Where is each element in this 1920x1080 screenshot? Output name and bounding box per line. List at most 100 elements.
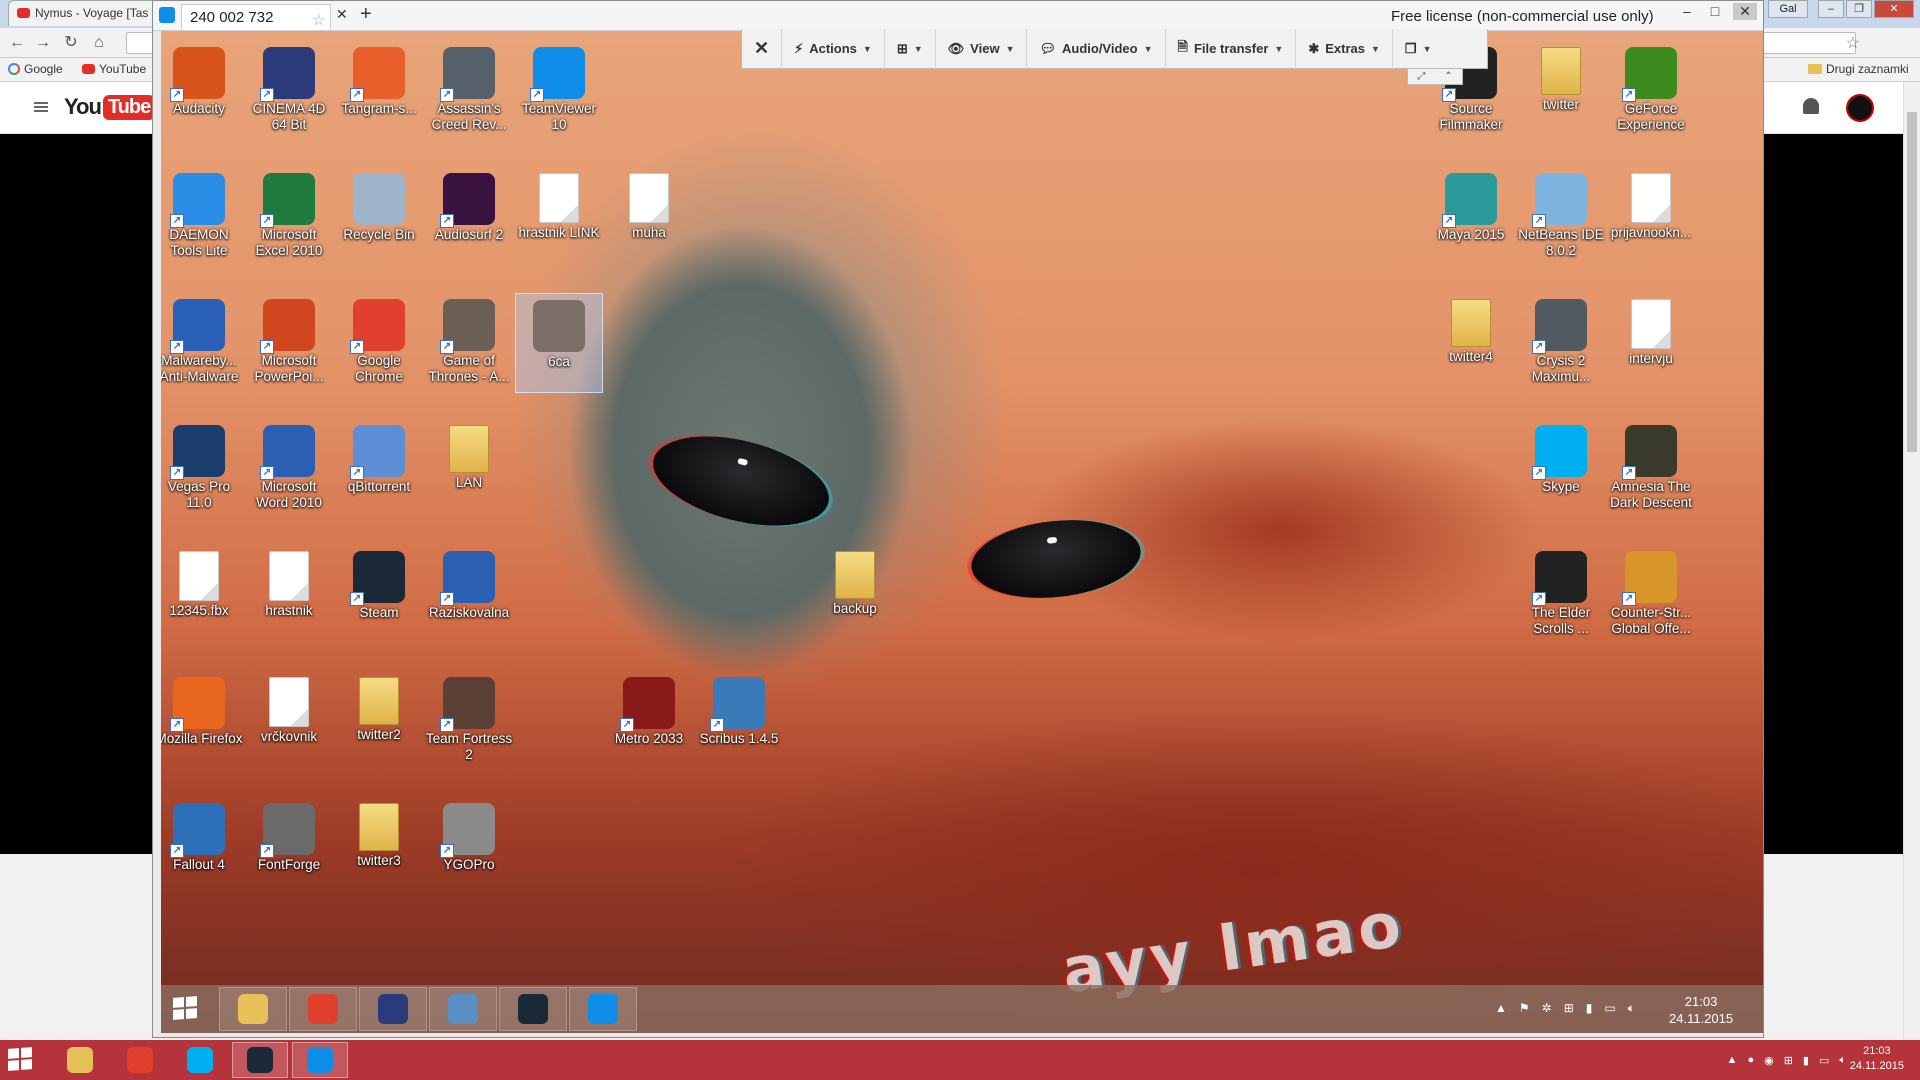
taskbar-app-button[interactable] <box>112 1042 168 1078</box>
desktop-icon[interactable]: vrčkovnik <box>245 671 333 771</box>
desktop-icon[interactable]: ↗ Maya 2015 <box>1427 167 1515 267</box>
desktop-icon[interactable]: ↗ Steam <box>335 545 423 645</box>
desktop-icon[interactable]: twitter4 <box>1427 293 1515 393</box>
desktop-icon[interactable]: muha <box>605 167 693 267</box>
desktop-icon[interactable]: ↗ Skype <box>1517 419 1605 519</box>
notifications-bell-icon[interactable] <box>1803 98 1819 114</box>
taskbar-app-button[interactable] <box>172 1042 228 1078</box>
action-center-flag-icon[interactable]: ⚑ <box>1519 1001 1530 1016</box>
bookmark-google[interactable]: Google <box>8 62 63 76</box>
desktop-icon[interactable]: twitter2 <box>335 671 423 771</box>
reload-icon[interactable]: ↻ <box>60 33 82 53</box>
close-button[interactable]: ✕ <box>1874 0 1914 18</box>
desktop-icon[interactable]: 12345.fbx <box>161 545 243 645</box>
network-icon[interactable]: ✲ <box>1542 1001 1552 1016</box>
desktop-icon[interactable]: ↗ Microsoft Excel 2010 <box>245 167 333 267</box>
fullscreen-icon[interactable]: ⤢ <box>1417 71 1425 82</box>
tray-expand-icon[interactable]: ▲ <box>1727 1054 1738 1067</box>
minimize-button[interactable]: – <box>1818 0 1844 18</box>
menu-icon[interactable] <box>34 106 48 108</box>
desktop-icon[interactable]: ↗ Fallout 4 <box>161 797 243 897</box>
remote-clock[interactable]: 21:03 24.11.2015 <box>1669 993 1733 1027</box>
volume-icon[interactable]: 🔈︎ <box>1628 1001 1635 1016</box>
view-menu[interactable]: 👁︎ View ▼ <box>936 28 1028 69</box>
taskbar-app-button[interactable] <box>429 987 497 1031</box>
desktop-icon[interactable]: ↗ Assassin's Creed Rev... <box>425 41 513 141</box>
desktop-icon[interactable]: prijavnookn... <box>1607 167 1695 267</box>
desktop-icon[interactable]: ↗ DAEMON Tools Lite <box>161 167 243 267</box>
windows-icon[interactable]: ⊞ <box>1784 1054 1793 1067</box>
windows-start-icon[interactable] <box>173 996 197 1020</box>
desktop-icon[interactable]: ↗ Malwareby... Anti-Malware <box>161 293 243 393</box>
scrollbar-thumb[interactable] <box>1907 112 1917 452</box>
desktop-icon[interactable]: ↗ Mozilla Firefox <box>161 671 243 771</box>
taskbar-app-button[interactable] <box>569 987 637 1031</box>
desktop-icon[interactable]: ↗ Audacity <box>161 41 243 141</box>
home-icon[interactable]: ⌂ <box>88 33 110 53</box>
desktop-icon[interactable]: ↗ qBittorrent <box>335 419 423 519</box>
chrome-user-chip[interactable]: Gal <box>1768 0 1808 18</box>
bookmark-youtube[interactable]: YouTube <box>82 62 146 76</box>
favorite-star-icon[interactable]: ☆ <box>312 11 325 29</box>
taskbar-app-button[interactable] <box>289 987 357 1031</box>
taskbar-app-button[interactable] <box>219 987 287 1031</box>
desktop-icon[interactable]: ↗ Microsoft PowerPoi... <box>245 293 333 393</box>
taskbar-app-button[interactable] <box>292 1042 348 1078</box>
desktop-icon[interactable]: intervju <box>1607 293 1695 393</box>
bookmark-other-folder[interactable]: Drugi zaznamki <box>1808 62 1909 76</box>
avatar[interactable] <box>1846 94 1874 122</box>
file-transfer-menu[interactable]: 🗎︎ File transfer ▼ <box>1166 28 1297 69</box>
end-session-button[interactable]: ✕ <box>742 28 783 69</box>
page-scrollbar[interactable] <box>1903 82 1920 1040</box>
tab-remote-session[interactable]: 240 002 732 ☆ <box>181 4 331 30</box>
desktop-icon[interactable]: ↗ Tangram-s... <box>335 41 423 141</box>
windows-icon[interactable]: ⊞ <box>1564 1001 1574 1016</box>
desktop-icon[interactable]: ↗ The Elder Scrolls ... <box>1517 545 1605 645</box>
battery-icon[interactable]: ▮ <box>1586 1001 1593 1016</box>
maximize-button[interactable]: □ <box>1703 3 1727 19</box>
desktop-icon[interactable]: backup <box>811 545 899 645</box>
desktop-icon[interactable]: ↗ Scribus 1.4.5 <box>695 671 783 771</box>
desktop-icon[interactable]: 6ca <box>515 293 603 393</box>
chrome-tab[interactable]: Nymus - Voyage [Tas <box>8 0 158 26</box>
back-arrow-icon[interactable]: ← <box>6 33 28 53</box>
window-mode-menu[interactable]: ❐ ▼ <box>1393 29 1444 69</box>
desktop-icon[interactable]: ↗ Counter-Str... Global Offe... <box>1607 545 1695 645</box>
close-button[interactable]: ✕ <box>1733 3 1757 20</box>
network-icon[interactable]: ▭ <box>1819 1054 1829 1067</box>
taskbar-app-button[interactable] <box>499 987 567 1031</box>
volume-icon[interactable]: 🔈︎ <box>1839 1054 1846 1067</box>
desktop-icon[interactable]: hrastnik <box>245 545 333 645</box>
remote-desktop[interactable]: ayy lmao ↗ Audacity ↗ CINEMA 4D 64 Bit ↗ Tang… <box>161 31 1763 1033</box>
audio-video-menu[interactable]: 💬︎ Audio/Video ▼ <box>1027 28 1166 69</box>
desktop-icon[interactable]: ↗ NetBeans IDE 8.0.2 <box>1517 167 1605 267</box>
display-icon[interactable]: ▭ <box>1604 1001 1615 1016</box>
windows-start-icon[interactable] <box>8 1047 32 1071</box>
taskbar-app-button[interactable] <box>232 1042 288 1078</box>
actions-menu[interactable]: ⚡︎ Actions ▼ <box>782 28 885 69</box>
local-clock[interactable]: 21:03 24.11.2015 <box>1850 1044 1904 1074</box>
taskbar-app-button[interactable] <box>52 1042 108 1078</box>
battery-icon[interactable]: ▮ <box>1803 1054 1809 1067</box>
desktop-icon[interactable]: ↗ YGOPro <box>425 797 513 897</box>
bookmark-star-icon[interactable]: ☆ <box>1846 33 1860 53</box>
desktop-icon[interactable]: twitter3 <box>335 797 423 897</box>
desktop-icon[interactable]: ↗ FontForge <box>245 797 333 897</box>
desktop-icon[interactable]: ↗ Crysis 2 Maximu... <box>1517 293 1605 393</box>
desktop-icon[interactable]: ↗ Metro 2033 <box>605 671 693 771</box>
desktop-icon[interactable]: ↗ Team Fortress 2 <box>425 671 513 771</box>
steam-tray-icon[interactable]: ◉ <box>1764 1054 1774 1067</box>
close-tab-icon[interactable]: ✕ <box>336 6 348 23</box>
extras-menu[interactable]: ✱ Extras ▼ <box>1296 28 1393 69</box>
collapse-toolbar-icon[interactable]: ⌃ <box>1444 71 1452 82</box>
desktop-icon[interactable]: ↗ Google Chrome <box>335 293 423 393</box>
tray-app-icon[interactable]: ● <box>1747 1054 1754 1067</box>
new-tab-plus-icon[interactable]: + <box>360 3 372 26</box>
taskbar-app-button[interactable] <box>359 987 427 1031</box>
desktop-icon[interactable]: ↗ Game of Thrones - A... <box>425 293 513 393</box>
desktop-icon[interactable]: Recycle Bin <box>335 167 423 267</box>
forward-arrow-icon[interactable]: → <box>32 33 54 53</box>
desktop-icon[interactable]: ↗ Raziskovalna <box>425 545 513 645</box>
desktop-icon[interactable]: ↗ GeForce Experience <box>1607 41 1695 141</box>
desktop-icon[interactable]: hrastnik LINK <box>515 167 603 267</box>
